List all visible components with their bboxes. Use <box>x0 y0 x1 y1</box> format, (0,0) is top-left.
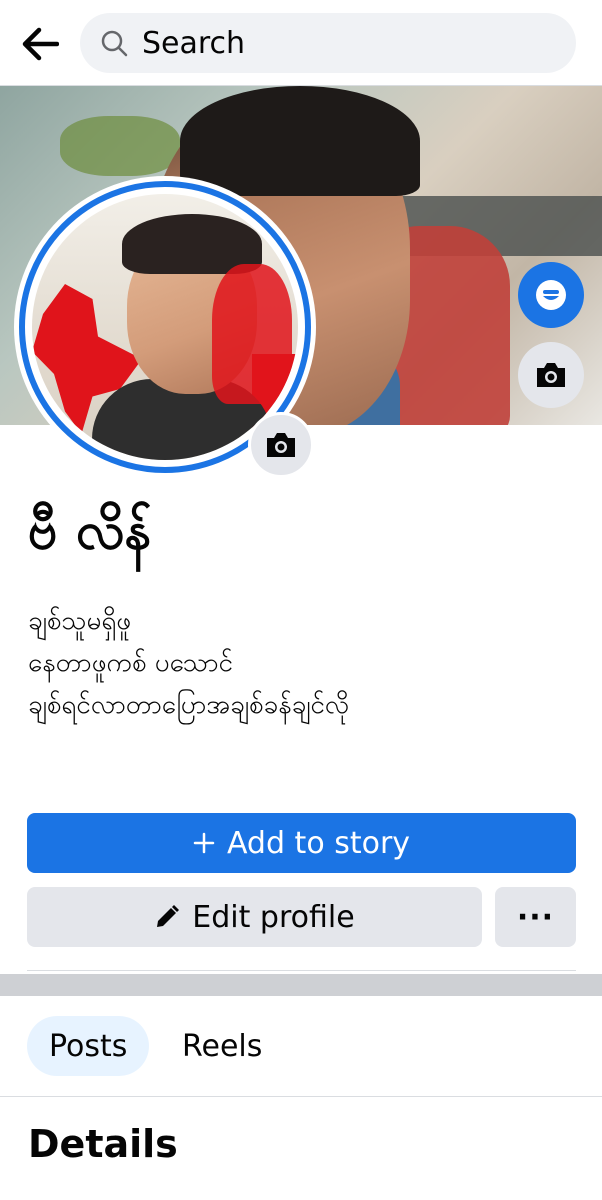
camera-icon <box>267 433 295 457</box>
tab-reels[interactable]: Reels <box>160 1016 284 1076</box>
profile-name: ဗီ လိန် <box>28 501 152 561</box>
camera-icon <box>537 363 565 387</box>
details-heading: Details <box>28 1122 178 1166</box>
add-to-story-button[interactable]: Add to story <box>27 813 576 873</box>
plus-icon <box>193 832 215 854</box>
search-input[interactable] <box>142 25 522 61</box>
messenger-avatar-icon <box>536 280 566 310</box>
more-options-button[interactable]: ··· <box>495 887 576 947</box>
back-button[interactable] <box>18 22 62 66</box>
search-icon <box>100 28 130 58</box>
top-bar <box>0 0 602 86</box>
bio-line: နေတာဖူကစ် ပသောင် <box>28 648 233 678</box>
search-bar[interactable] <box>80 13 576 73</box>
bio-line: ချစ်ရင်လာတာပြောအချစ်ခန်ချင်လို <box>28 690 350 720</box>
pencil-icon <box>154 904 180 930</box>
more-options-icon: ··· <box>516 899 555 935</box>
profile-bio: ချစ်သူမရှိဖူ နေတာဖူကစ် ပသောင် ချစ်ရင်လာတ… <box>28 600 349 726</box>
bio-line: ချစ်သူမရှိဖူ <box>28 606 132 636</box>
divider <box>0 1096 602 1097</box>
avatar-shortcut-button[interactable] <box>518 262 584 328</box>
add-to-story-label: Add to story <box>226 825 411 861</box>
divider <box>27 970 576 971</box>
edit-profile-button[interactable]: Edit profile <box>27 887 482 947</box>
tab-posts[interactable]: Posts <box>27 1016 150 1076</box>
edit-profile-picture-button[interactable] <box>248 412 314 478</box>
edit-profile-label: Edit profile <box>192 899 355 935</box>
arrow-left-icon <box>22 27 59 61</box>
edit-cover-photo-button[interactable] <box>518 342 584 408</box>
section-separator <box>0 974 602 996</box>
